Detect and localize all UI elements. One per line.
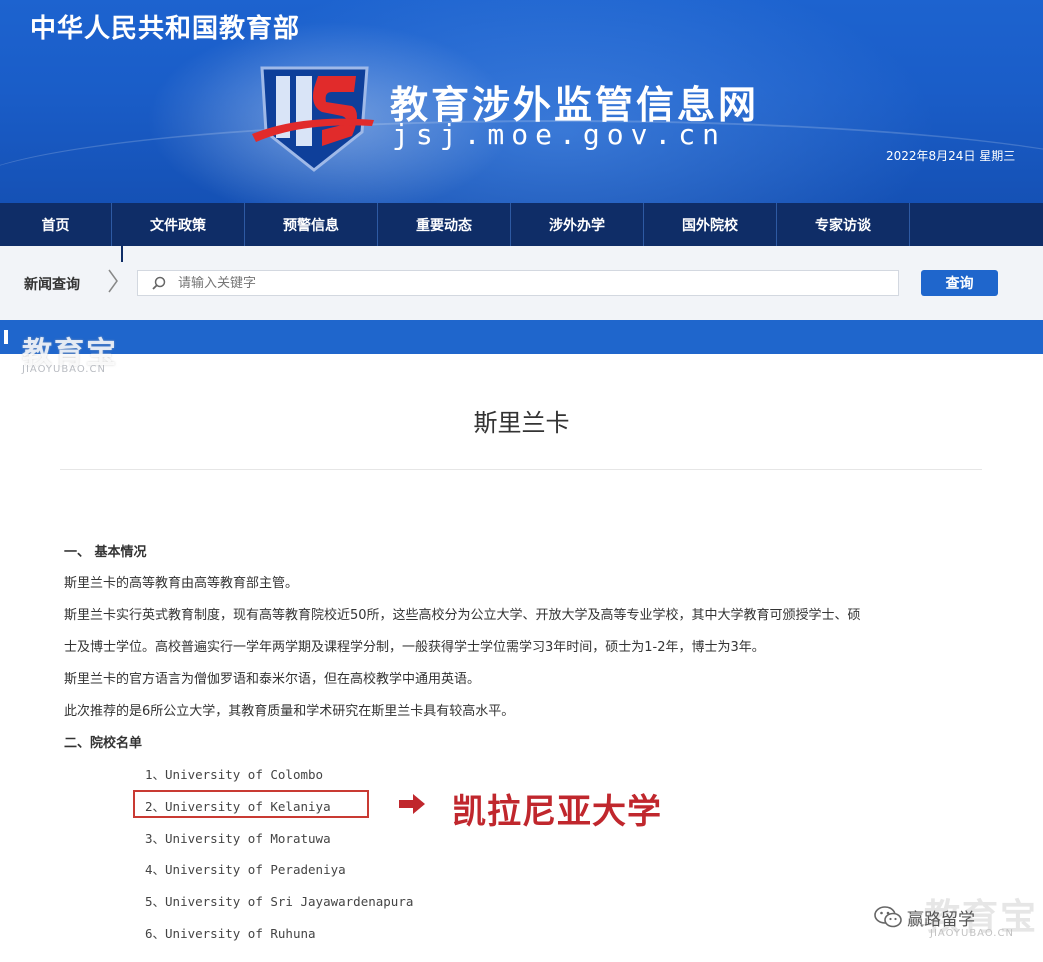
content-header-bar bbox=[0, 320, 1043, 354]
search-button[interactable]: 查询 bbox=[921, 270, 998, 296]
ministry-name[interactable]: 中华人民共和国教育部 bbox=[30, 8, 300, 45]
paragraph: 斯里兰卡的高等教育由高等教育部主管。 bbox=[64, 576, 299, 591]
title-divider bbox=[60, 469, 982, 470]
university-list-item: 4、University of Peradeniya bbox=[145, 862, 346, 877]
nav-item-home[interactable]: 首页 bbox=[0, 203, 112, 246]
paragraph: 士及博士学位。高校普遍实行一学年两学期及课程学分制，一般获得学士学位需学习3年时… bbox=[64, 640, 765, 655]
watermark-domain-corner: JIAOYUBAO.CN bbox=[930, 928, 1014, 939]
paragraph: 斯里兰卡实行英式教育制度，现有高等教育院校近50所，这些高校分为公立大学、开放大… bbox=[64, 608, 861, 623]
callout-kelaniya: 凯拉尼亚大学 bbox=[452, 792, 662, 832]
nav-item-foreign-institutions[interactable]: 国外院校 bbox=[644, 203, 777, 246]
nav-item-foreign-schooling[interactable]: 涉外办学 bbox=[511, 203, 644, 246]
current-date: 2022年8月24日 星期三 bbox=[886, 149, 1016, 163]
nav-item-news[interactable]: 重要动态 bbox=[378, 203, 511, 246]
nav-item-policy[interactable]: 文件政策 bbox=[112, 203, 245, 246]
article-title: 斯里兰卡 bbox=[473, 409, 570, 437]
nav-item-alerts[interactable]: 预警信息 bbox=[245, 203, 378, 246]
section-heading-institution-list: 二、院校名单 bbox=[64, 736, 143, 751]
nav-item-expert-interviews[interactable]: 专家访谈 bbox=[777, 203, 910, 246]
search-bar: 新闻查询 查询 bbox=[0, 246, 1043, 320]
university-list-item: 5、University of Sri Jayawardenapura bbox=[145, 894, 414, 909]
arrow-right-icon bbox=[399, 794, 425, 814]
content-bar-notch bbox=[4, 330, 8, 344]
search-icon bbox=[152, 276, 166, 290]
search-input[interactable] bbox=[178, 275, 878, 291]
jsj-shield-logo-icon[interactable] bbox=[252, 62, 377, 174]
paragraph: 此次推荐的是6所公立大学，其教育质量和学术研究在斯里兰卡具有较高水平。 bbox=[64, 704, 515, 719]
site-url[interactable]: jsj.moe.gov.cn bbox=[392, 118, 726, 151]
university-list-item: 1、University of Colombo bbox=[145, 767, 324, 782]
watermark-domain: JIAOYUBAO.CN bbox=[22, 364, 106, 375]
watermark-account-name: 赢路留学 bbox=[907, 910, 975, 930]
section-heading-basic-info: 一、 基本情况 bbox=[64, 545, 147, 560]
main-nav: 首页 文件政策 预警信息 重要动态 涉外办学 国外院校 专家访谈 bbox=[0, 203, 1043, 246]
wechat-icon bbox=[874, 906, 902, 928]
chevron-right-icon bbox=[108, 269, 118, 293]
search-field[interactable] bbox=[137, 270, 899, 296]
header-banner: 中华人民共和国教育部 教育涉外监管信息网 jsj.moe.gov.cn 2022… bbox=[0, 0, 1043, 203]
nav-active-marker bbox=[121, 246, 123, 262]
university-list-item: 3、University of Moratuwa bbox=[145, 831, 331, 846]
highlight-box bbox=[133, 790, 369, 818]
paragraph: 斯里兰卡的官方语言为僧伽罗语和泰米尔语，但在高校教学中通用英语。 bbox=[64, 672, 481, 687]
news-search-label: 新闻查询 bbox=[24, 277, 80, 293]
university-list-item: 6、University of Ruhuna bbox=[145, 926, 316, 941]
